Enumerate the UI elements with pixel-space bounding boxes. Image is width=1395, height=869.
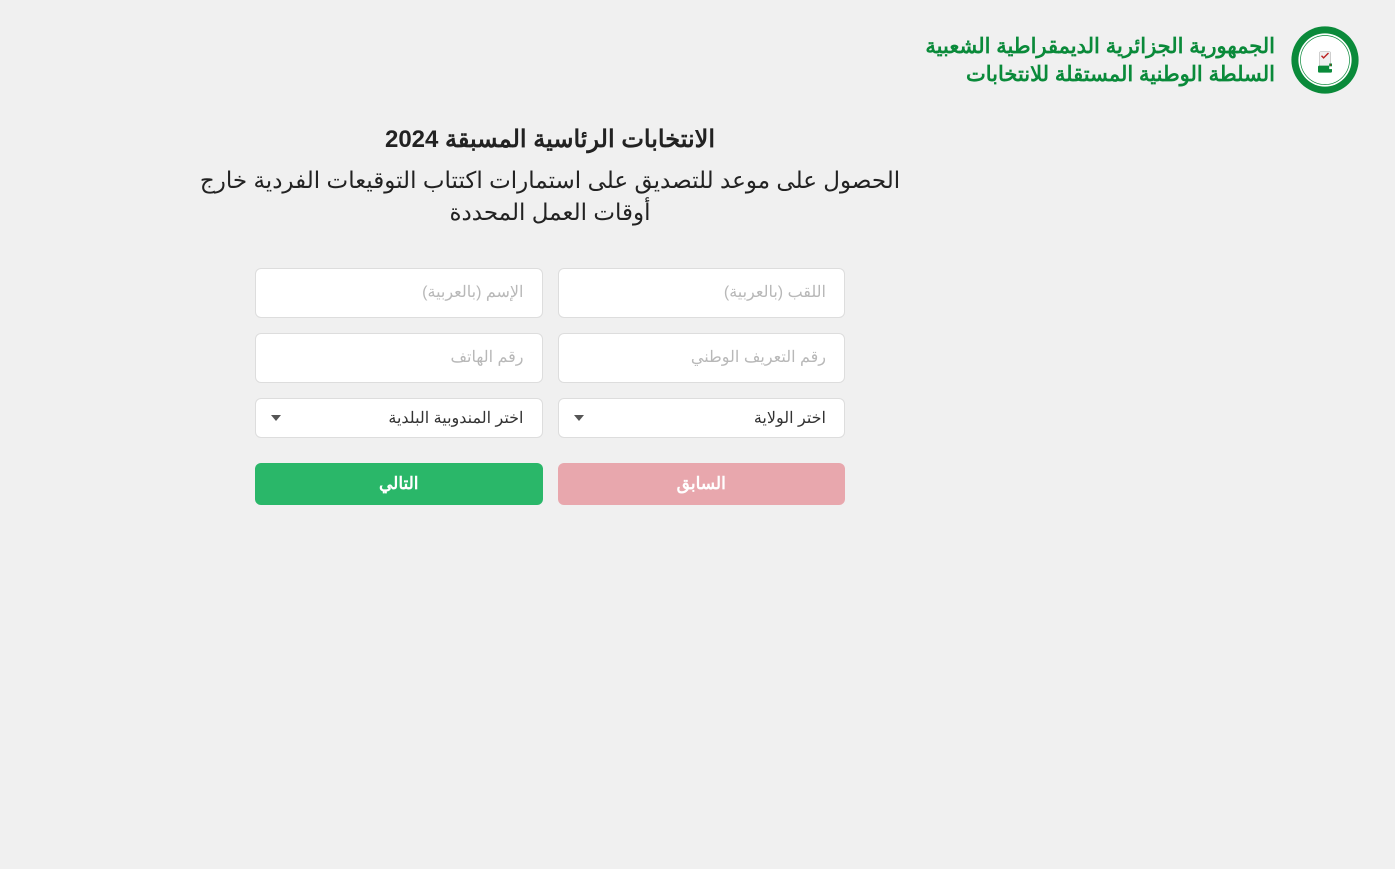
firstname-input[interactable] <box>255 268 543 318</box>
previous-button[interactable]: السابق <box>558 463 846 505</box>
lastname-input[interactable] <box>558 268 846 318</box>
wilaya-select[interactable]: اختر الولاية <box>558 398 846 438</box>
header-country-title: الجمهورية الجزائرية الديمقراطية الشعبية <box>925 34 1275 59</box>
national-id-input[interactable] <box>558 333 846 383</box>
button-row: السابق التالي <box>255 463 845 505</box>
page-title: الانتخابات الرئاسية المسبقة 2024 <box>170 125 930 154</box>
main-content: الانتخابات الرئاسية المسبقة 2024 الحصول … <box>160 125 940 505</box>
appointment-form: اختر الولاية اختر المندوبية البلدية السا… <box>255 268 845 505</box>
page-header: الجمهورية الجزائرية الديمقراطية الشعبية … <box>0 0 1395 105</box>
header-text-block: الجمهورية الجزائرية الديمقراطية الشعبية … <box>925 34 1275 87</box>
form-row-location: اختر الولاية اختر المندوبية البلدية <box>255 398 845 438</box>
phone-input[interactable] <box>255 333 543 383</box>
form-row-name <box>255 268 845 318</box>
next-button[interactable]: التالي <box>255 463 543 505</box>
header-authority-title: السلطة الوطنية المستقلة للانتخابات <box>925 62 1275 87</box>
page-subtitle: الحصول على موعد للتصديق على استمارات اكت… <box>170 164 930 228</box>
delegation-select[interactable]: اختر المندوبية البلدية <box>255 398 543 438</box>
form-row-ids <box>255 333 845 383</box>
logo-icon <box>1290 25 1360 95</box>
